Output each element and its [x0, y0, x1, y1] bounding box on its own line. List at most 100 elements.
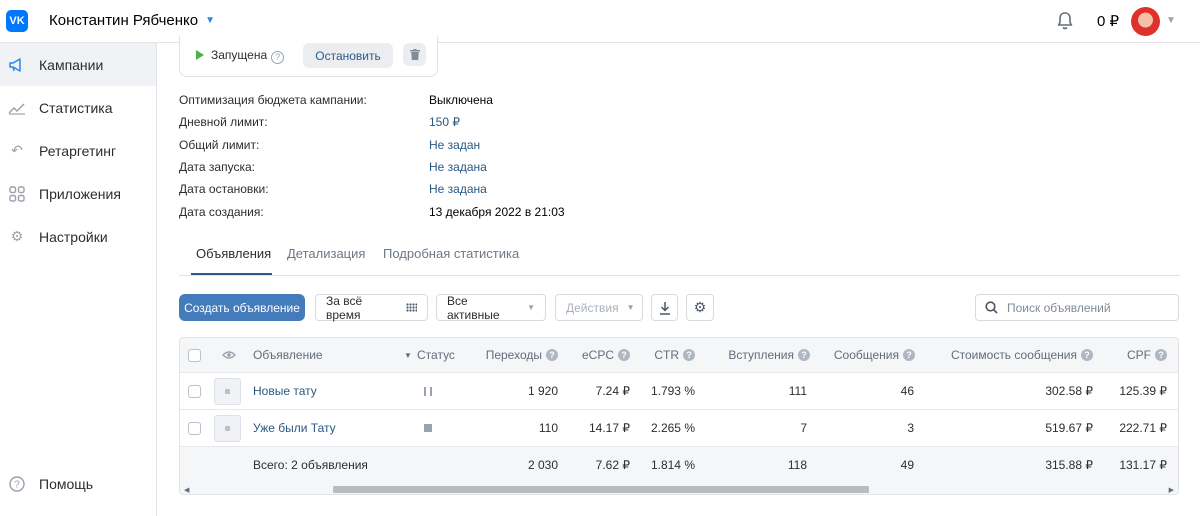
- col-clicks[interactable]: Переходы?: [470, 338, 558, 372]
- scroll-right-icon[interactable]: ▶: [1169, 486, 1174, 494]
- total-cpf: 131.17 ₽: [1119, 458, 1167, 472]
- vk-logo[interactable]: VK: [6, 10, 28, 32]
- tab-details[interactable]: Детализация: [287, 246, 365, 261]
- help-icon[interactable]: ?: [683, 349, 695, 361]
- scroll-left-icon[interactable]: ◀: [184, 486, 189, 494]
- cell-ecpc: 7.24 ₽: [595, 384, 630, 398]
- start-date-link[interactable]: Не задана: [429, 160, 487, 174]
- bell-icon[interactable]: [1056, 11, 1074, 31]
- period-select[interactable]: За всё время: [315, 294, 428, 322]
- sidebar-item-label: Статистика: [39, 99, 113, 116]
- cell-messages: 3: [907, 421, 914, 435]
- total-messages: 49: [900, 458, 914, 472]
- play-icon: [196, 50, 204, 60]
- stop-button[interactable]: Остановить: [303, 43, 393, 68]
- help-icon[interactable]: ?: [271, 50, 285, 64]
- col-status[interactable]: Статус: [417, 338, 455, 372]
- help-icon[interactable]: ?: [798, 349, 810, 361]
- help-icon[interactable]: ?: [903, 349, 915, 361]
- actions-select[interactable]: Действия ▼: [555, 294, 643, 321]
- sidebar-item-apps[interactable]: Приложения: [0, 172, 156, 215]
- sidebar-item-help[interactable]: ? Помощь: [0, 462, 156, 505]
- stop-date-link[interactable]: Не задана: [429, 182, 487, 196]
- gear-icon: ⚙: [693, 299, 707, 315]
- eye-icon: [222, 338, 236, 372]
- info-row-stop-date: Дата остановки: Не задана: [179, 182, 487, 196]
- chevron-down-icon[interactable]: ▼: [1166, 15, 1176, 26]
- create-ad-button[interactable]: Создать объявление: [179, 294, 305, 321]
- balance[interactable]: 0 ₽: [1097, 12, 1119, 30]
- cell-ctr: 2.265 %: [650, 421, 695, 435]
- total-limit-link[interactable]: Не задан: [429, 138, 480, 152]
- col-joins[interactable]: Вступления?: [700, 338, 810, 372]
- chevron-down-icon: ▼: [626, 303, 635, 312]
- col-ad[interactable]: Объявление: [253, 338, 323, 372]
- filter-label: Все активные: [447, 293, 500, 322]
- chevron-down-icon: ▼: [527, 303, 535, 312]
- total-message-cost: 315.88 ₽: [1045, 458, 1093, 472]
- col-ctr[interactable]: CTR?: [630, 338, 695, 372]
- info-row-created: Дата создания: 13 декабря 2022 в 21:03: [179, 205, 565, 219]
- col-cpf[interactable]: CPF?: [1100, 338, 1167, 372]
- sidebar-item-label: Настройки: [39, 228, 108, 245]
- sidebar-item-campaigns[interactable]: Кампании: [0, 43, 156, 86]
- total-joins: 118: [787, 458, 807, 472]
- help-icon: ?: [8, 475, 26, 493]
- campaign-status-card: Запущена? Остановить: [179, 36, 438, 77]
- col-ecpc[interactable]: eCPC?: [560, 338, 630, 372]
- help-icon[interactable]: ?: [1155, 349, 1167, 361]
- select-all-checkbox[interactable]: [188, 348, 201, 362]
- tab-detailed-statistics[interactable]: Подробная статистика: [383, 246, 519, 261]
- cell-clicks: 110: [538, 421, 558, 435]
- info-row-start-date: Дата запуска: Не задана: [179, 160, 487, 174]
- row-checkbox[interactable]: [188, 421, 201, 435]
- scrollbar-thumb[interactable]: [333, 486, 869, 493]
- avatar[interactable]: [1131, 7, 1160, 36]
- help-icon[interactable]: ?: [546, 349, 558, 361]
- ad-thumbnail[interactable]: [214, 377, 241, 405]
- row-checkbox[interactable]: [188, 384, 201, 398]
- total-ctr: 1.814 %: [650, 458, 695, 472]
- trash-icon: [409, 49, 420, 60]
- daily-limit-link[interactable]: 150 ₽: [429, 115, 460, 129]
- table-row: Уже были Тату 110 14.17 ₽ 2.265 % 7 3 51…: [180, 409, 1178, 446]
- svg-text:?: ?: [14, 479, 20, 490]
- sidebar-item-settings[interactable]: ⚙ Настройки: [0, 215, 156, 258]
- account-switcher[interactable]: Константин Рябченко ▼: [49, 12, 215, 29]
- megaphone-icon: [8, 56, 26, 74]
- gear-icon: ⚙: [10, 228, 24, 244]
- budget-optimization-value: Выключена: [429, 93, 493, 107]
- stop-icon: [424, 410, 432, 446]
- table-settings-button[interactable]: ⚙: [686, 294, 714, 321]
- search-input[interactable]: [1007, 300, 1167, 315]
- search-box: [975, 294, 1179, 321]
- delete-button[interactable]: [403, 43, 426, 66]
- info-row-total-limit: Общий лимит: Не задан: [179, 138, 481, 152]
- cell-cpf: 125.39 ₽: [1119, 384, 1167, 398]
- sidebar-item-label: Ретаргетинг: [39, 142, 117, 159]
- cell-ctr: 1.793 %: [650, 384, 695, 398]
- ad-name-link[interactable]: Новые тату: [253, 373, 317, 409]
- download-button[interactable]: [651, 294, 678, 321]
- calendar-grid-icon: [406, 303, 417, 312]
- sidebar-item-statistics[interactable]: Статистика: [0, 86, 156, 129]
- help-icon[interactable]: ?: [1081, 349, 1093, 361]
- tab-ads[interactable]: Объявления: [196, 246, 271, 261]
- cell-message-cost: 302.58 ₽: [1045, 384, 1093, 398]
- filter-select[interactable]: Все активные ▼: [436, 293, 546, 322]
- cell-joins: 7: [800, 421, 807, 435]
- total-ecpc: 7.62 ₽: [595, 458, 630, 472]
- table-row: Новые тату 1 920 7.24 ₽ 1.793 % 111 46 3…: [180, 372, 1178, 409]
- col-message-cost[interactable]: Стоимость сообщения?: [920, 338, 1093, 372]
- ad-thumbnail[interactable]: [214, 414, 241, 442]
- sidebar-item-retargeting[interactable]: ↶ Ретаргетинг: [0, 129, 156, 172]
- ad-name-link[interactable]: Уже были Тату: [253, 410, 336, 446]
- sort-icon[interactable]: ▼: [404, 338, 412, 372]
- col-messages[interactable]: Сообщения?: [810, 338, 915, 372]
- retarget-icon: ↶: [11, 142, 23, 158]
- help-icon[interactable]: ?: [618, 349, 630, 361]
- cell-joins: 111: [788, 384, 807, 398]
- apps-icon: [8, 185, 26, 203]
- horizontal-scrollbar[interactable]: ◀ ▶: [180, 483, 1178, 494]
- sidebar-item-label: Помощь: [39, 475, 94, 492]
